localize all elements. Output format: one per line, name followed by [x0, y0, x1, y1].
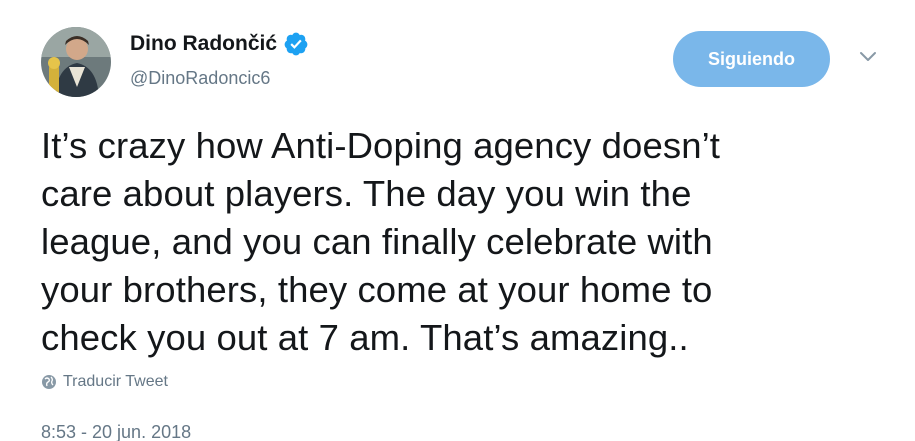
tweet-text-line: league, and you can finally celebrate wi… — [41, 221, 713, 262]
author-display-name[interactable]: Dino Radončić — [130, 31, 277, 57]
translate-tweet-link[interactable]: Traducir Tweet — [41, 373, 168, 391]
author-name-row: Dino Radončić — [130, 31, 309, 57]
tweet-text-line: check you out at 7 am. That’s amazing.. — [41, 317, 689, 358]
verified-badge-icon — [283, 31, 309, 57]
tweet-text: It’s crazy how Anti-Doping agency doesn’… — [41, 122, 891, 362]
following-button[interactable]: Siguiendo — [673, 31, 830, 87]
globe-icon — [41, 374, 57, 390]
tweet-text-line: care about players. The day you win the — [41, 173, 692, 214]
tweet-text-line: It’s crazy how Anti-Doping agency doesn’… — [41, 125, 721, 166]
author-handle[interactable]: @DinoRadoncic6 — [130, 67, 270, 89]
avatar-photo — [41, 27, 111, 97]
tweet-text-line: your brothers, they come at your home to — [41, 269, 713, 310]
chevron-down-icon[interactable] — [856, 48, 880, 66]
tweet-card: Dino Radončić @DinoRadoncic6 Siguiendo I… — [0, 0, 915, 441]
tweet-timestamp[interactable]: 8:53 - 20 jun. 2018 — [41, 421, 191, 441]
avatar[interactable] — [41, 27, 111, 97]
translate-label: Traducir Tweet — [63, 373, 168, 390]
